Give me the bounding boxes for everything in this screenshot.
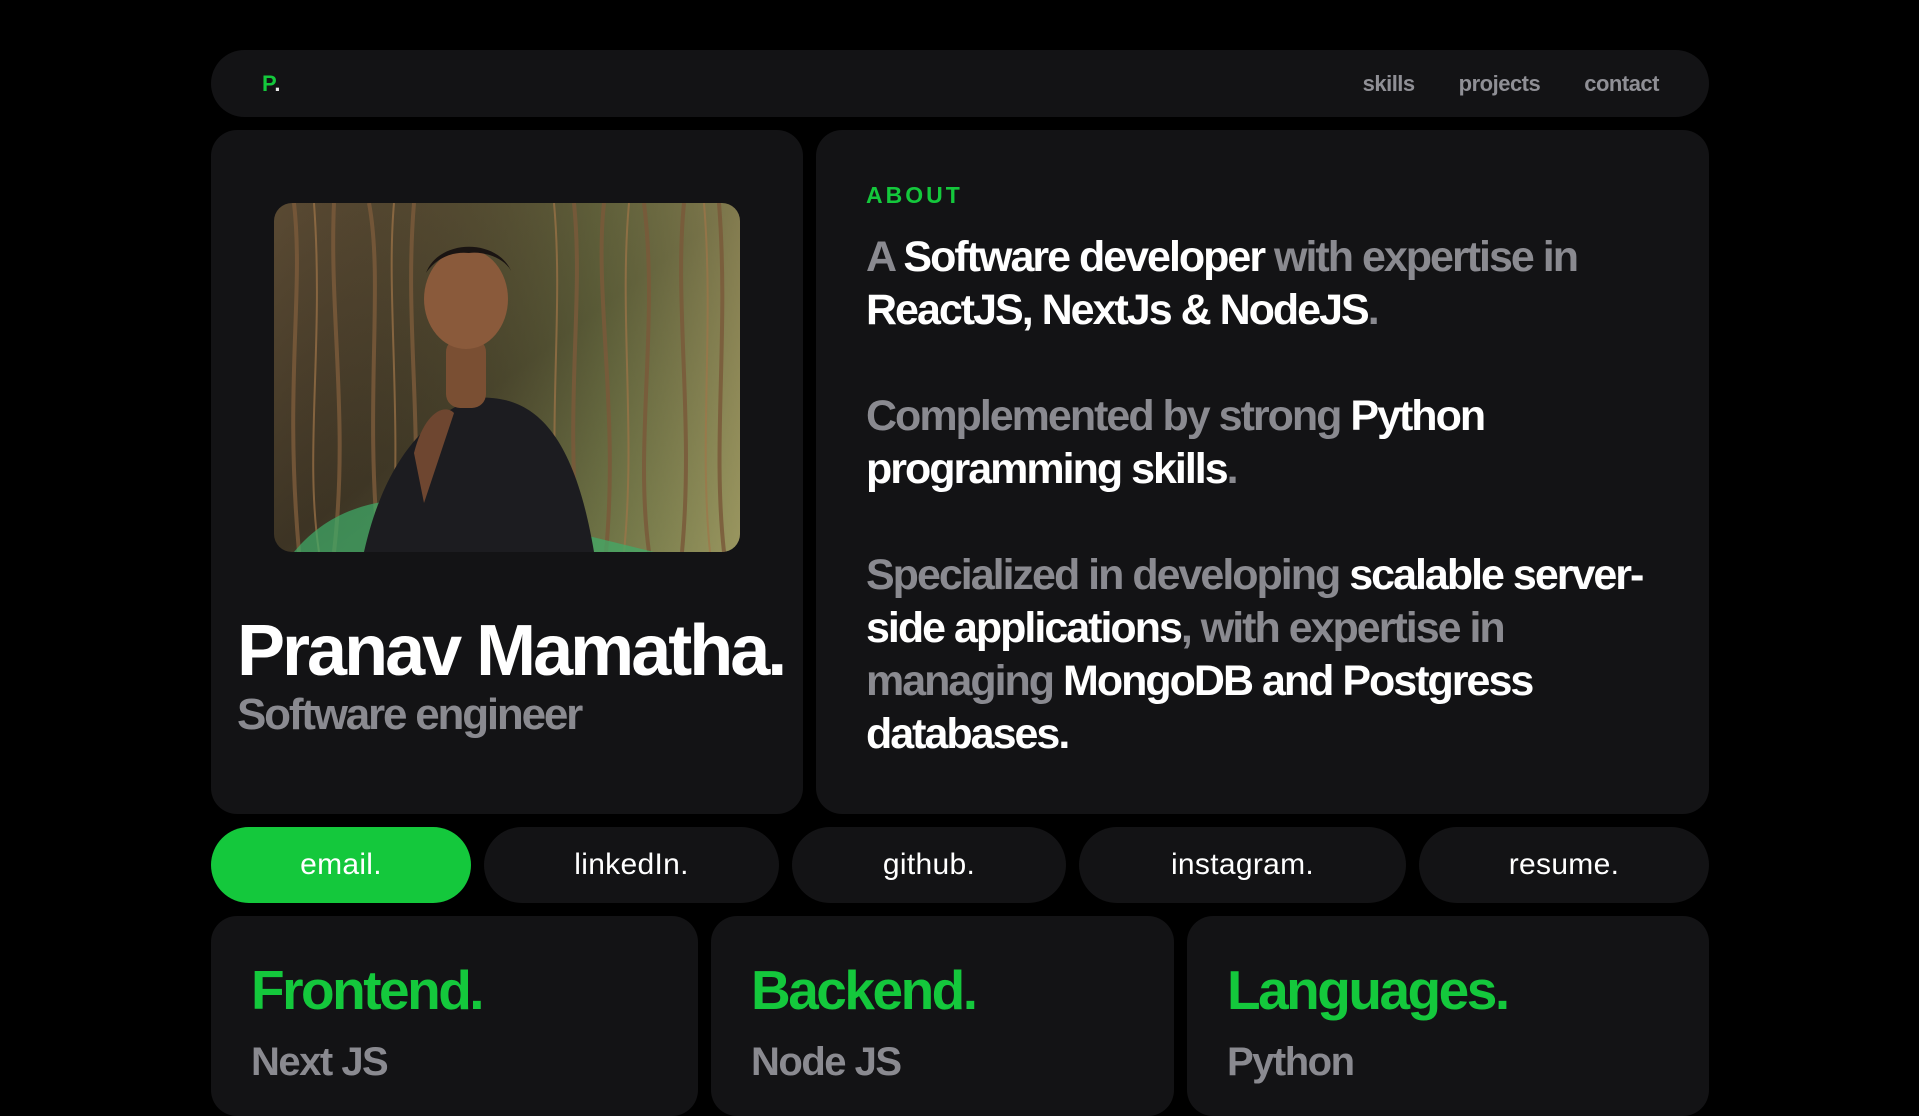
about-p1-text: A <box>866 233 904 281</box>
about-card: ABOUT A Software developer with expertis… <box>816 130 1709 814</box>
skill-item: Node JS <box>751 1040 902 1084</box>
nav-links: skills projects contact <box>1363 71 1660 97</box>
about-p2-text: Complemented by strong <box>866 392 1351 440</box>
social-links: email. linkedIn. github. instagram. resu… <box>211 827 1709 903</box>
skill-title: Languages. <box>1227 959 1510 1021</box>
skills-section: Frontend. Next JS Backend. Node JS Langu… <box>211 916 1709 1116</box>
nav-link-projects[interactable]: projects <box>1459 71 1541 97</box>
profile-name: Pranav Mamatha. <box>237 611 787 691</box>
logo-dot: . <box>274 70 281 96</box>
logo-letter: P <box>262 70 275 96</box>
top-nav: P. skills projects contact <box>211 50 1709 117</box>
linkedin-button[interactable]: linkedIn. <box>484 827 779 903</box>
skill-card-backend: Backend. Node JS <box>711 916 1174 1116</box>
about-label: ABOUT <box>866 182 963 208</box>
skill-card-languages: Languages. Python <box>1187 916 1709 1116</box>
about-p2-text: . <box>1226 445 1239 493</box>
nav-link-contact[interactable]: contact <box>1584 71 1659 97</box>
skill-card-frontend: Frontend. Next JS <box>211 916 698 1116</box>
about-p1-highlight: Software developer <box>903 233 1266 281</box>
about-p1-highlight: ReactJS, NextJs & NodeJS <box>866 286 1370 334</box>
resume-button[interactable]: resume. <box>1419 827 1709 903</box>
profile-role: Software engineer <box>237 690 583 739</box>
about-paragraph-2: Complemented by strong Python programmin… <box>866 390 1669 496</box>
skill-item: Python <box>1227 1040 1355 1084</box>
nav-link-skills[interactable]: skills <box>1363 71 1416 97</box>
about-paragraph-1: A Software developer with expertise in R… <box>866 231 1669 337</box>
profile-photo <box>274 203 740 552</box>
about-p3-text: Specialized in developing <box>866 551 1350 599</box>
skill-title: Frontend. <box>251 959 485 1021</box>
profile-card: Pranav Mamatha. Software engineer <box>211 130 803 814</box>
skill-title: Backend. <box>751 959 978 1021</box>
email-button[interactable]: email. <box>211 827 471 903</box>
github-button[interactable]: github. <box>792 827 1066 903</box>
instagram-button[interactable]: instagram. <box>1079 827 1406 903</box>
about-p1-text: . <box>1367 286 1380 334</box>
logo[interactable]: P. <box>262 71 281 97</box>
about-paragraph-3: Specialized in developing scalable serve… <box>866 549 1669 761</box>
about-p1-text: with expertise in <box>1264 233 1579 281</box>
skill-item: Next JS <box>251 1040 389 1084</box>
